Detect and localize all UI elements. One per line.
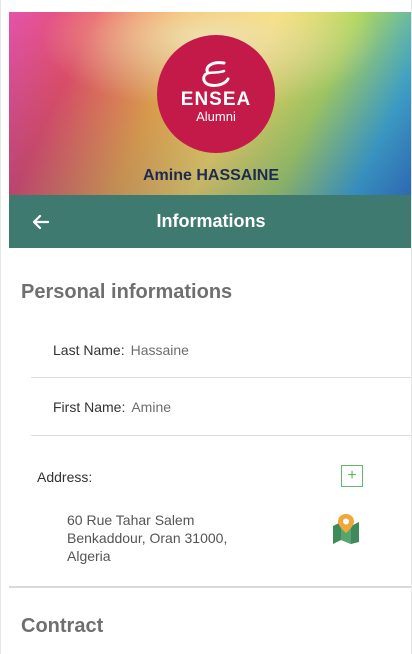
address-line-1: 60 Rue Tahar Salem xyxy=(67,512,195,528)
first-name-value: Amine xyxy=(131,399,172,415)
first-name-label: First Name: xyxy=(53,399,126,415)
section-title-contract: Contract xyxy=(21,615,104,637)
address-line-2: Benkaddour, Oran 31000, xyxy=(67,530,228,546)
divider xyxy=(31,377,411,378)
address-text: 60 Rue Tahar Salem Benkaddour, Oran 3100… xyxy=(67,511,307,565)
user-name: Amine HASSAINE xyxy=(142,167,280,184)
logo-name: ENSEA xyxy=(180,88,252,110)
last-name-value: Hassaine xyxy=(130,342,189,358)
first-name-row: First Name: Amine xyxy=(53,399,171,415)
section-divider xyxy=(9,586,411,588)
app-screen: ENSEA Alumni Amine HASSAINE Informations… xyxy=(0,0,412,654)
address-line-3: Algeria xyxy=(67,548,111,564)
section-title-personal: Personal informations xyxy=(21,281,233,303)
open-map-button[interactable] xyxy=(331,512,361,544)
last-name-row: Last Name: Hassaine xyxy=(53,342,189,358)
last-name-label: Last Name: xyxy=(53,342,125,358)
page-title: Informations xyxy=(156,211,266,231)
ensea-alumni-logo: ENSEA Alumni xyxy=(157,35,275,153)
add-address-button[interactable]: + xyxy=(341,465,363,487)
logo-swirl-icon xyxy=(202,60,230,87)
address-row: Address: xyxy=(37,469,92,485)
address-label: Address: xyxy=(37,469,93,485)
profile-header: ENSEA Alumni Amine HASSAINE xyxy=(9,12,411,195)
map-pin-icon xyxy=(333,514,359,544)
plus-icon: + xyxy=(347,467,357,484)
logo-subtitle: Alumni xyxy=(196,108,236,124)
divider xyxy=(31,435,411,436)
toolbar: Informations xyxy=(9,195,411,248)
